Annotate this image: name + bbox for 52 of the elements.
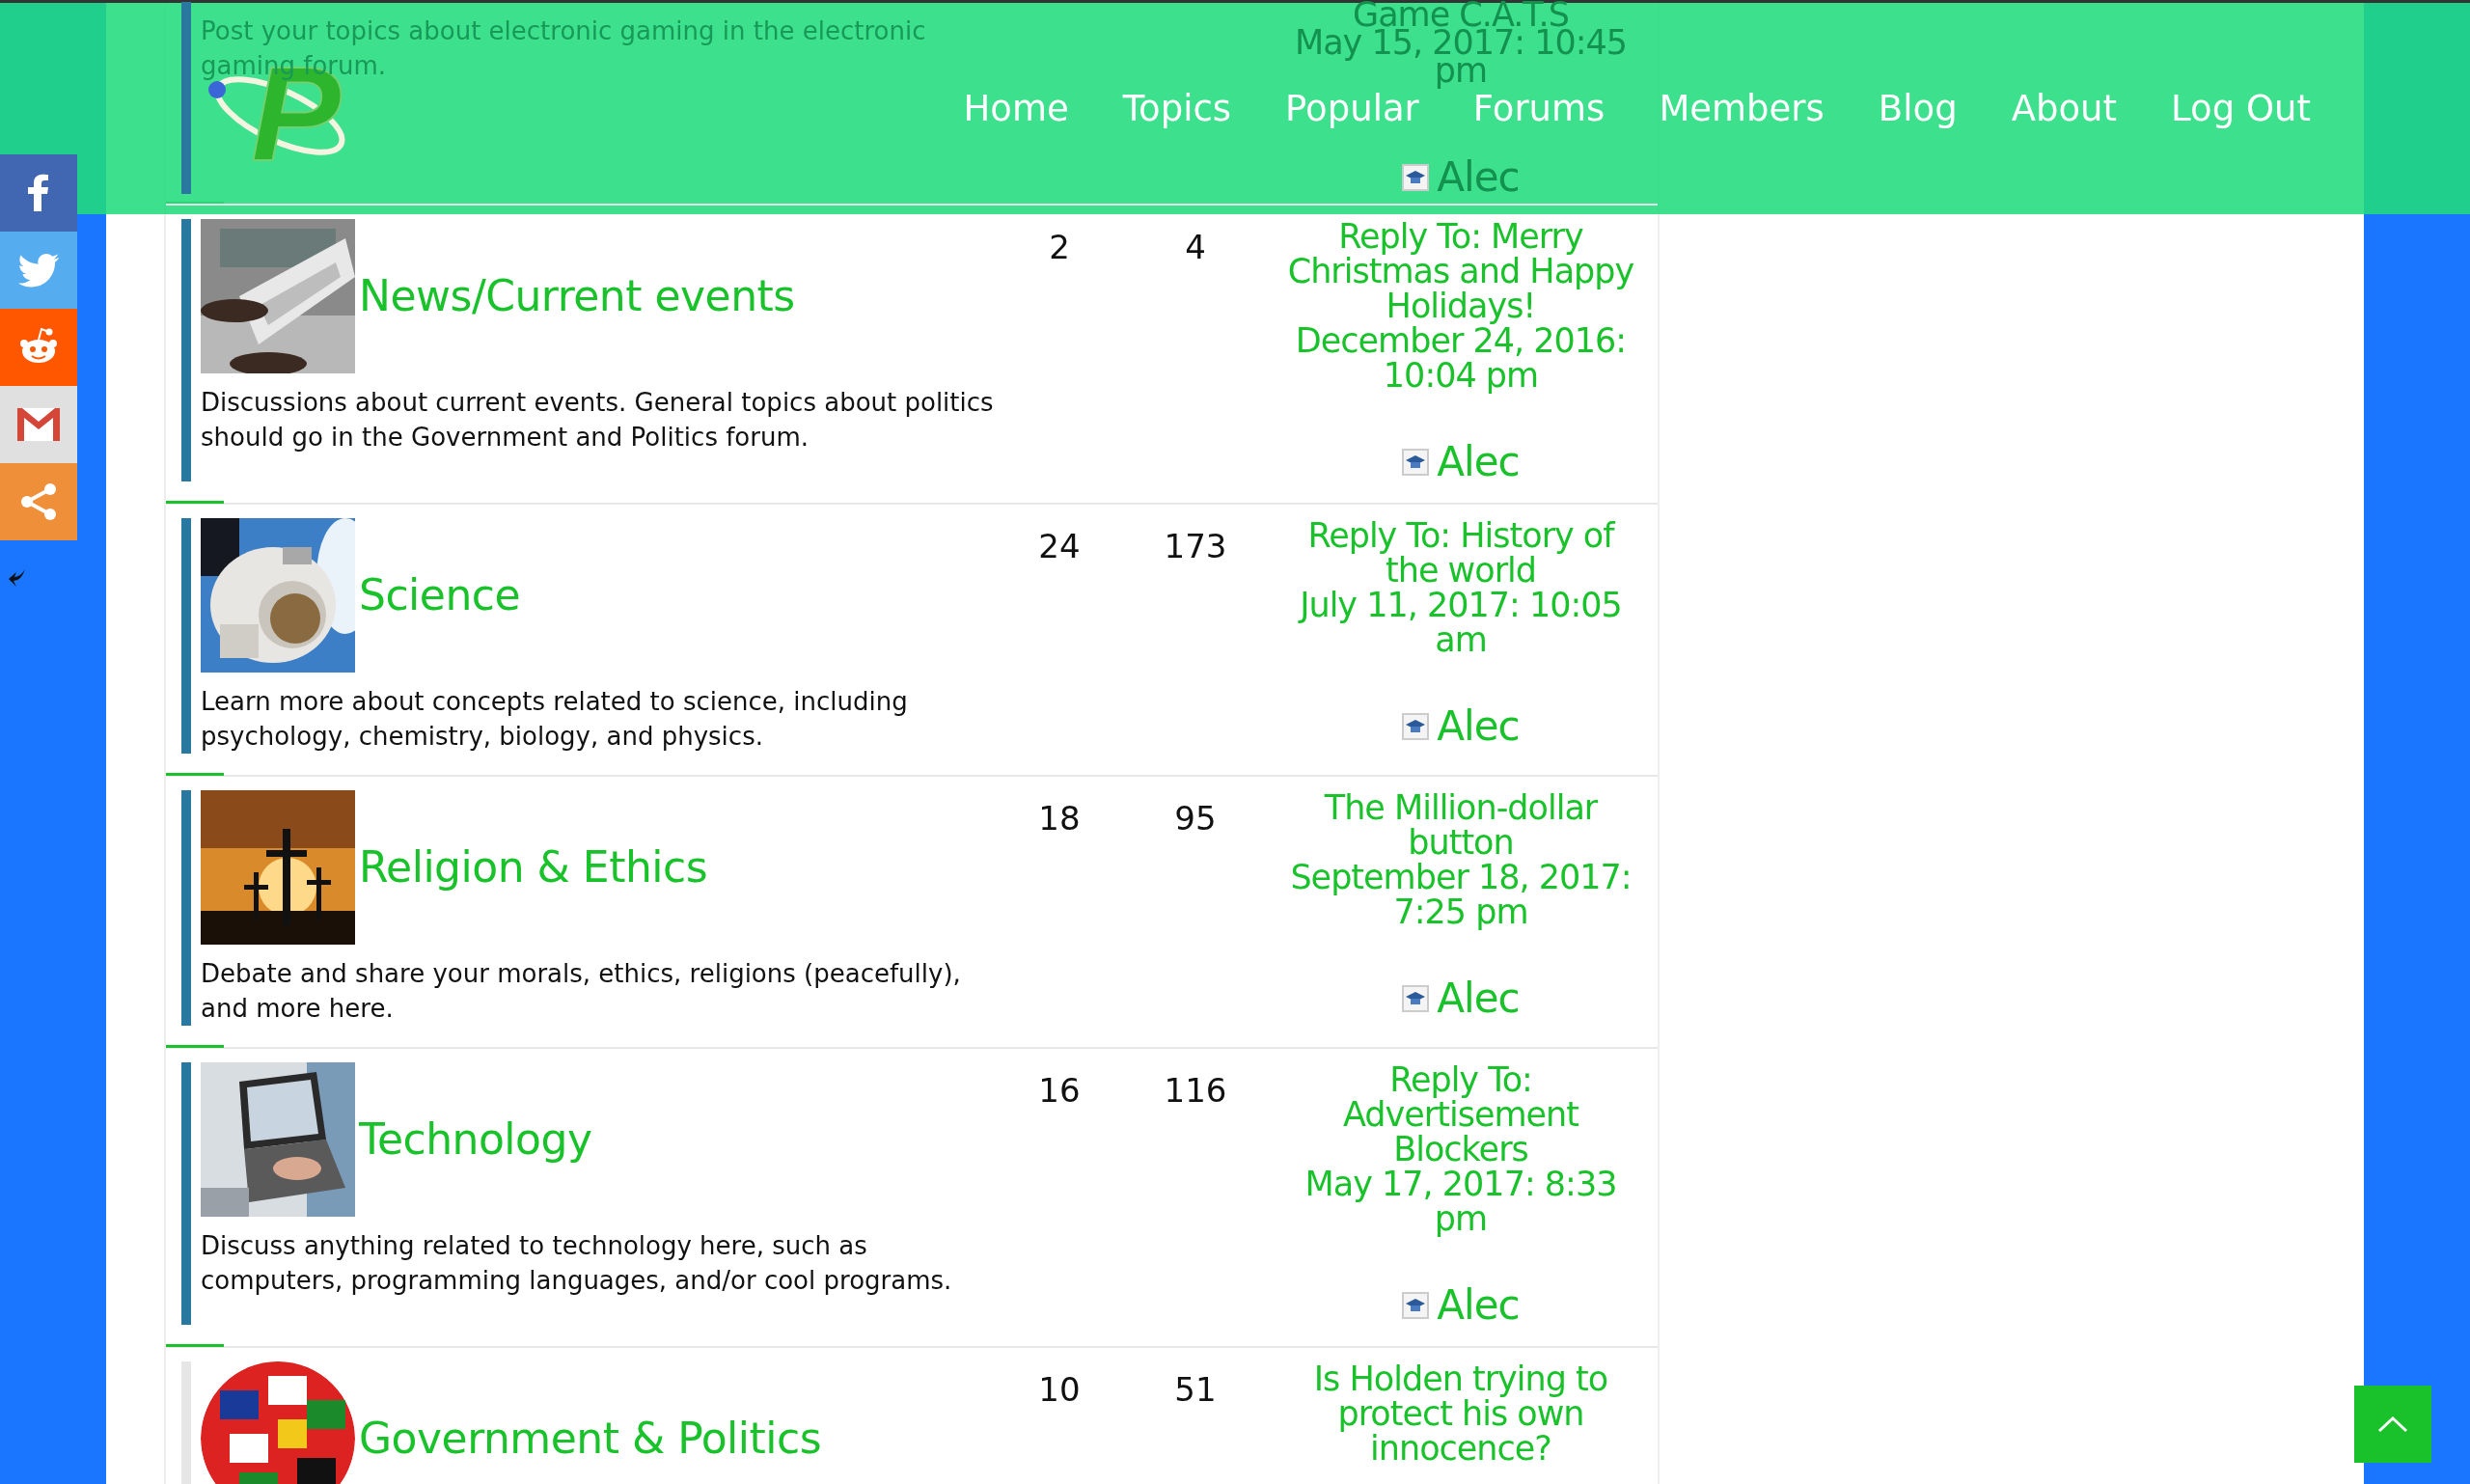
latest-post-link[interactable]: Reply To: Advertisement Blockers	[1277, 1061, 1644, 1167]
topic-count: 24	[1037, 525, 1082, 567]
forum-description: Discussions about current events. General topics about politics should go in the Government and Politics forum.	[201, 386, 995, 453]
nav-link[interactable]: Home	[963, 81, 1069, 136]
share-button[interactable]	[0, 463, 77, 540]
latest-post-link[interactable]: Game C.A.T.S	[1277, 1, 1644, 29]
topic-count: 18	[1037, 797, 1082, 839]
topic-count: 2	[1048, 226, 1071, 268]
topic-count: 10	[1037, 1368, 1082, 1411]
latest-post-link[interactable]: Is Holden trying to protect his own innocence?	[1277, 1360, 1644, 1466]
nav-link[interactable]: About	[2011, 81, 2118, 136]
latest-post-date: May 17, 2017: 8:33 pm	[1304, 1166, 1618, 1236]
post-count: 51	[1173, 1368, 1218, 1411]
gmail-share-button[interactable]	[0, 386, 77, 463]
nav-link[interactable]: Members	[1659, 81, 1825, 136]
avatar-icon	[1402, 448, 1430, 476]
forum-title-link[interactable]: Technology	[359, 1107, 592, 1171]
post-count: 116	[1163, 1069, 1228, 1112]
author-link[interactable]: Alec	[1437, 1287, 1520, 1323]
latest-post-link[interactable]: Reply To: Merry Christmas and Happy Holidays!	[1277, 218, 1644, 323]
author-link[interactable]: Alec	[1437, 980, 1520, 1016]
latest-post-date: September 18, 2017: 7:25 pm	[1289, 859, 1633, 929]
forum-description: Learn more about concepts related to science, including psychology, chemistry, biology, and physics.	[201, 685, 909, 753]
forum-title-link[interactable]: Religion & Ethics	[359, 835, 708, 899]
nav-link[interactable]: Log Out	[2171, 81, 2311, 136]
chevron-up-icon	[2376, 1415, 2409, 1434]
topic-count: 16	[1037, 1069, 1082, 1112]
nav-link[interactable]: Forums	[1472, 81, 1606, 136]
avatar-icon	[1402, 984, 1430, 1012]
forum-description: Discuss anything related to technology here, such as computers, programming languages, and/or cool programs.	[201, 1229, 953, 1297]
author-link[interactable]: Alec	[1437, 444, 1520, 480]
latest-post-link[interactable]: Reply To: History of the world	[1277, 517, 1644, 588]
nav-link[interactable]: Blog	[1878, 81, 1958, 136]
nav-link[interactable]: Popular	[1285, 81, 1419, 136]
latest-post-date: July 11, 2017: 10:05 am	[1297, 587, 1623, 657]
nav-link[interactable]: Topics	[1122, 81, 1232, 136]
author-link[interactable]: Alec	[1437, 708, 1520, 744]
reddit-share-button[interactable]	[0, 309, 77, 386]
twitter-share-button[interactable]	[0, 232, 77, 309]
post-count: 4	[1184, 226, 1207, 268]
forum-title-link[interactable]: Government & Politics	[359, 1406, 822, 1470]
post-count: 173	[1163, 525, 1228, 567]
avatar-icon	[1402, 712, 1430, 740]
forum-description: Debate and share your morals, ethics, religions (peacefully), and more here.	[201, 957, 962, 1025]
latest-post-link[interactable]: The Million-dollar button	[1277, 789, 1644, 860]
avatar-icon	[1402, 163, 1430, 191]
post-count: 95	[1173, 797, 1218, 839]
forum-title-link[interactable]: Science	[359, 563, 521, 627]
facebook-icon	[28, 174, 49, 212]
facebook-share-button[interactable]	[0, 154, 77, 232]
avatar-icon	[1402, 1291, 1430, 1319]
forum-title-link[interactable]: News/Current events	[359, 263, 795, 328]
